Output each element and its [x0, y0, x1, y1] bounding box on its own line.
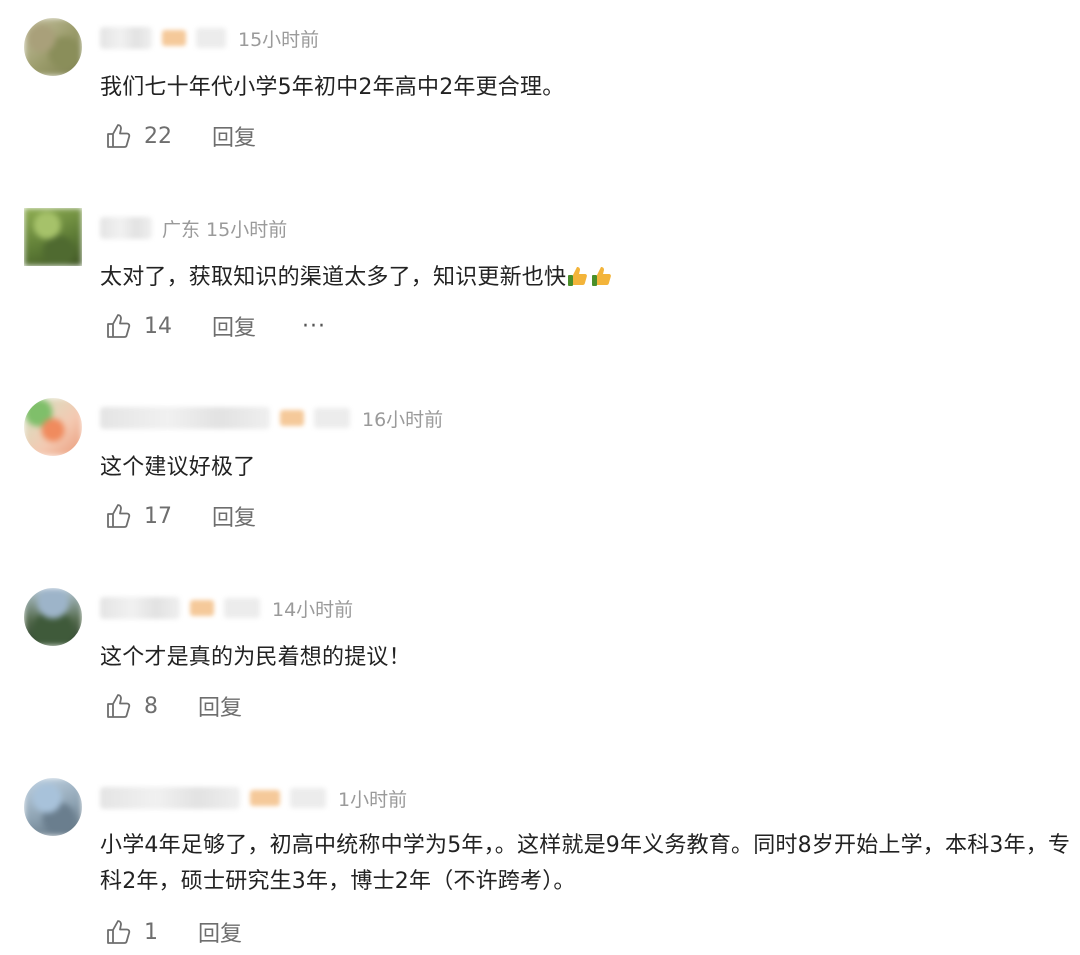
like-count: 8 — [144, 693, 158, 719]
thumbs-up-emoji-icon — [566, 264, 590, 288]
more-dots-icon[interactable]: ··· — [302, 314, 326, 339]
thumbs-up-outline-icon[interactable] — [104, 121, 134, 151]
comment-text: 太对了，获取知识的渠道太多了，知识更新也快 — [100, 260, 1074, 296]
comment-meta: 16小时前 — [100, 403, 443, 433]
comment-actions: 8 回复 — [104, 690, 242, 722]
comment-text: 我们七十年代小学5年初中2年高中2年更合理。 — [100, 75, 565, 100]
like-count: 1 — [144, 919, 158, 945]
comment-text: 这个才是真的为民着想的提议！ — [100, 645, 411, 670]
location-blurred — [314, 408, 350, 428]
thumbs-up-emoji-icon — [590, 264, 614, 288]
comment-actions: 14 回复 ··· — [104, 310, 326, 342]
avatar[interactable] — [24, 208, 82, 266]
like-count: 22 — [144, 123, 172, 149]
username[interactable] — [100, 407, 270, 429]
timestamp: 16小时前 — [362, 408, 444, 431]
like-count: 17 — [144, 503, 172, 529]
location: 广东 — [162, 218, 201, 241]
comment-meta: 1小时前 — [100, 783, 407, 813]
thumbs-up-outline-icon[interactable] — [104, 311, 134, 341]
timestamp: 14小时前 — [272, 598, 354, 621]
user-badge — [190, 600, 214, 616]
timestamp: 15小时前 — [206, 218, 288, 241]
reply-button[interactable]: 回复 — [198, 916, 242, 948]
username[interactable] — [100, 787, 240, 809]
location-blurred — [224, 598, 260, 618]
thumbs-up-outline-icon[interactable] — [104, 917, 134, 947]
username[interactable] — [100, 597, 180, 619]
reply-button[interactable]: 回复 — [212, 120, 256, 152]
reply-button[interactable]: 回复 — [212, 500, 256, 532]
avatar[interactable] — [24, 18, 82, 76]
username[interactable] — [100, 217, 152, 239]
timestamp: 1小时前 — [338, 788, 408, 811]
comment-meta: 广东 15小时前 — [100, 213, 287, 243]
thumbs-up-outline-icon[interactable] — [104, 691, 134, 721]
user-badge — [280, 410, 304, 426]
user-badge — [250, 790, 280, 806]
timestamp: 15小时前 — [238, 28, 320, 51]
location-blurred — [290, 788, 326, 808]
comment-text: 小学4年足够了，初高中统称中学为5年，。这样就是9年义务教育。同时8岁开始上学，… — [100, 833, 1071, 894]
user-badge — [162, 30, 186, 46]
thumbs-up-outline-icon[interactable] — [104, 501, 134, 531]
comment-meta: 14小时前 — [100, 593, 353, 623]
comment-meta: 15小时前 — [100, 23, 319, 53]
comment-actions: 17 回复 — [104, 500, 256, 532]
comment-text: 这个建议好极了 — [100, 455, 256, 480]
location-blurred — [196, 28, 226, 48]
like-count: 14 — [144, 313, 172, 339]
reply-button[interactable]: 回复 — [212, 310, 256, 342]
avatar[interactable] — [24, 398, 82, 456]
username[interactable] — [100, 27, 152, 49]
reply-button[interactable]: 回复 — [198, 690, 242, 722]
avatar[interactable] — [24, 588, 82, 646]
comment-actions: 1 回复 — [104, 916, 242, 948]
comment-text-body: 太对了，获取知识的渠道太多了，知识更新也快 — [100, 265, 567, 290]
avatar[interactable] — [24, 778, 82, 836]
comment-actions: 22 回复 — [104, 120, 256, 152]
